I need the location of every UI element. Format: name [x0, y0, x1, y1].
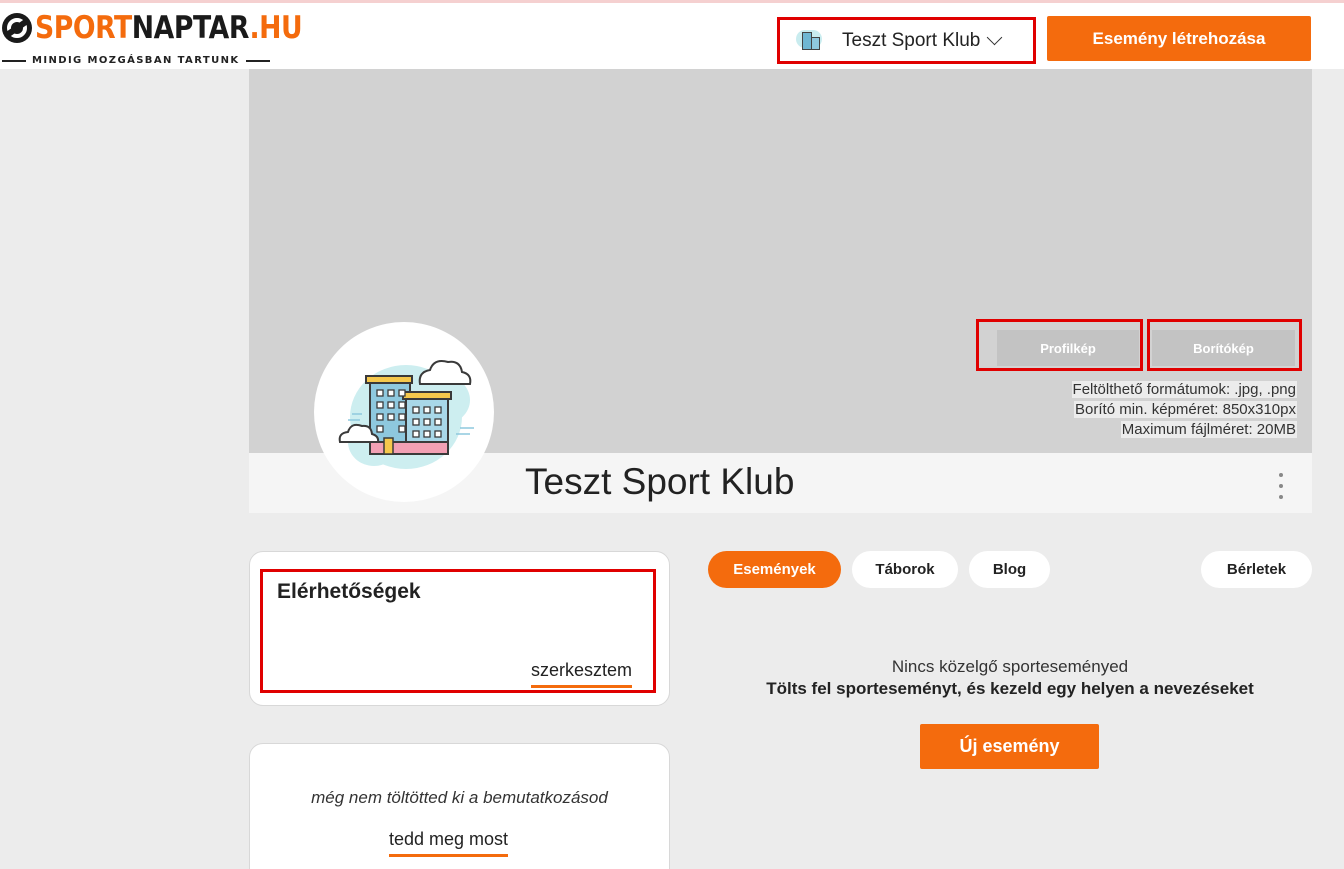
contact-highlight: Elérhetőségek szerkesztem	[260, 569, 656, 693]
tagline-dash-left	[2, 59, 26, 62]
building-illustration-icon	[338, 360, 474, 469]
upload-info-max-filesize: Maximum fájlméret: 20MB	[1120, 421, 1297, 438]
contact-title: Elérhetőségek	[277, 580, 421, 603]
edit-contact-link[interactable]: szerkesztem	[531, 660, 633, 688]
upload-requirements: Feltölthető formátumok: .jpg, .png Borít…	[1071, 380, 1297, 440]
new-event-button[interactable]: Új esemény	[920, 724, 1099, 769]
upload-info-min-size: Borító min. képméret: 850x310px	[1074, 401, 1297, 418]
contact-card: Elérhetőségek szerkesztem	[249, 551, 670, 706]
tab-camps[interactable]: Táborok	[852, 551, 958, 588]
logo-part-naptar: NAPTAR	[131, 10, 250, 46]
cover-photo-upload-highlight: Borítókép	[1147, 319, 1302, 371]
profile-photo-button[interactable]: Profilkép	[997, 330, 1139, 366]
cover-photo-button[interactable]: Borítókép	[1152, 330, 1295, 366]
logo-wordmark: SPORTNAPTAR.HU	[2, 9, 346, 47]
fill-intro-link[interactable]: tedd meg most	[389, 829, 509, 857]
club-selector-value: Teszt Sport Klub	[842, 29, 981, 51]
club-selector-dropdown[interactable]: Teszt Sport Klub	[777, 17, 1036, 64]
more-options-icon[interactable]	[1278, 473, 1284, 499]
tagline-text: MINDIG MOZGÁSBAN TARTUNK	[32, 55, 240, 66]
upload-info-formats: Feltölthető formátumok: .jpg, .png	[1071, 381, 1297, 398]
tab-events[interactable]: Események	[708, 551, 841, 588]
intro-empty-text: még nem töltötted ki a bemutatkozásod	[311, 788, 608, 807]
building-icon	[794, 28, 824, 54]
logo-part-hu: .HU	[249, 10, 303, 46]
logo-tagline: MINDIG MOZGÁSBAN TARTUNK	[2, 55, 298, 66]
tab-blog[interactable]: Blog	[969, 551, 1050, 588]
logo-part-sport: SPORT	[35, 10, 132, 46]
tagline-dash-right	[245, 59, 270, 62]
intro-card: még nem töltötted ki a bemutatkozásod te…	[249, 743, 670, 869]
no-events-message: Nincs közelgő sporteseményed	[891, 657, 1129, 676]
logo-mark-icon	[2, 13, 32, 43]
top-header: SPORTNAPTAR.HU MINDIG MOZGÁSBAN TARTUNK …	[0, 0, 1344, 69]
page-title: Teszt Sport Klub	[525, 461, 795, 502]
site-logo[interactable]: SPORTNAPTAR.HU MINDIG MOZGÁSBAN TARTUNK	[2, 9, 303, 69]
upload-events-prompt: Tölts fel sporteseményt, és kezeld egy h…	[766, 679, 1254, 698]
profile-photo-upload-highlight: Profilkép	[976, 319, 1143, 371]
tab-passes[interactable]: Bérletek	[1201, 551, 1312, 588]
avatar[interactable]	[314, 322, 494, 502]
chevron-down-icon	[987, 29, 1003, 46]
create-event-button[interactable]: Esemény létrehozása	[1047, 16, 1311, 61]
